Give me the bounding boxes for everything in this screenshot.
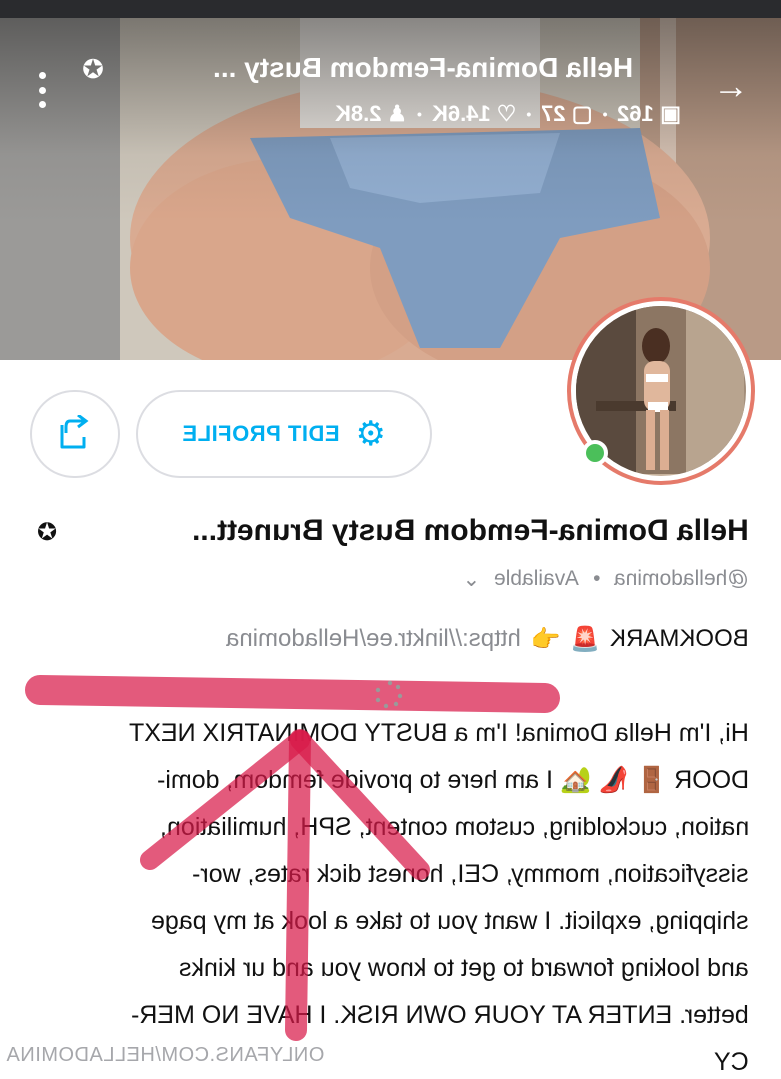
bio-line: Hi, I'm Hella Domina! I'm a BUSTY DOMINA… [129,719,749,747]
watermark: ONLYFANS.COM/HELLADOMINA [6,1044,325,1066]
handle-row: @helladomina • Available ⌄ [69,566,749,592]
bio-line: nation, cuckolding, custom content, SPH,… [159,813,749,841]
stat-videos: ▢ 27 [541,101,593,126]
profile-name: Hella Domina-Femdom Busty Brunett... [192,514,749,547]
username: @helladomina [614,567,749,590]
bookmark-row: BOOKMARK 🚨 👉 https://linktr.ee/Helladomi… [69,622,749,656]
online-status-indicator [582,440,608,466]
profile-bio: Hi, I'm Hella Domina! I'm a BUSTY DOMINA… [29,710,749,1079]
verified-badge-icon: ✪ [82,54,104,84]
share-button[interactable] [30,390,120,478]
bio-line: sissyfication, mommy, CEI, honest dick r… [192,860,749,888]
stats-row: ▣ 162 • ▢ 27 • ♡ 14.6K • ♟ 2.8K [334,101,681,126]
bio-line: and looking forward to get to know you a… [179,954,749,982]
share-icon [60,415,89,449]
more-options-button[interactable] [34,72,50,108]
gear-icon: ⚙ [355,415,387,453]
separator-dot: • [593,567,601,590]
verified-badge-icon: ✪ [36,519,58,546]
availability-status[interactable]: Available [494,567,579,591]
stat-images: ▣ 162 [617,101,681,126]
siren-icon: 🚨 [570,625,601,653]
stat-likes: ♡ 14.6K [431,101,517,126]
fans-icon: ♟ [387,101,408,126]
pointing-hand-icon: 👉 [530,625,561,653]
bio-line: DOOR 🚪 👠 🏡 I am here to provide femdom, … [156,766,749,794]
bookmark-label: BOOKMARK [610,625,749,652]
video-icon: ▢ [571,101,593,126]
status-strip [0,0,781,18]
image-icon: ▣ [660,101,681,126]
stat-fans: ♟ 2.8K [334,101,408,126]
chevron-down-icon[interactable]: ⌄ [463,567,481,592]
bookmark-link[interactable]: https://linktr.ee/Helladomina [226,625,521,653]
banner-title: Hella Domina-Femdom Busty ... [212,52,633,83]
heart-icon: ♡ [496,101,517,126]
edit-profile-button[interactable]: ⚙ EDIT PROFILE [136,390,432,478]
bio-line: shipping, explicit. I want you to take a… [151,907,749,935]
bio-line: better. ENTER AT YOUR OWN RISK. I HAVE N… [131,1001,749,1029]
loading-spinner-icon [375,680,403,709]
back-arrow-icon[interactable]: ← [711,65,751,106]
